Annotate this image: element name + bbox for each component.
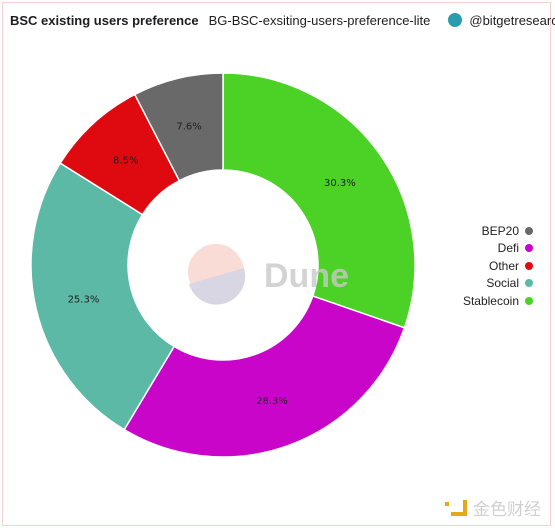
slice-label-stablecoin: 30.3% — [324, 178, 356, 189]
legend-dot-icon — [525, 261, 533, 270]
legend-item-stablecoin[interactable]: Stablecoin — [463, 292, 533, 310]
chart-legend: BEP20 Defi Other Social Stablecoin — [463, 222, 533, 310]
slice-label-defi: 28.3% — [256, 396, 288, 407]
slice-defi[interactable] — [123, 295, 406, 458]
brand-logo-icon — [445, 499, 467, 516]
watermark-text: Dune — [264, 257, 349, 295]
legend-item-bep20[interactable]: BEP20 — [463, 222, 533, 240]
legend-item-defi[interactable]: Defi — [463, 240, 533, 258]
legend-dot-icon — [525, 279, 533, 288]
legend-label: Other — [488, 258, 519, 273]
legend-dot-icon — [525, 226, 533, 235]
legend-dot-icon — [525, 244, 533, 253]
legend-label: BEP20 — [481, 223, 519, 238]
slice-label-other: 8.5% — [113, 155, 138, 166]
legend-item-social[interactable]: Social — [463, 275, 533, 293]
legend-item-other[interactable]: Other — [463, 257, 533, 275]
slice-label-social: 25.3% — [68, 294, 100, 305]
slice-label-bep20: 7.6% — [176, 122, 201, 133]
legend-dot-icon — [525, 296, 533, 305]
legend-label: Social — [486, 276, 519, 291]
legend-label: Stablecoin — [462, 293, 519, 308]
footer-brand: 金色财经 — [445, 495, 541, 520]
footer-brand-text: 金色财经 — [473, 500, 541, 519]
legend-label: Defi — [497, 241, 519, 256]
